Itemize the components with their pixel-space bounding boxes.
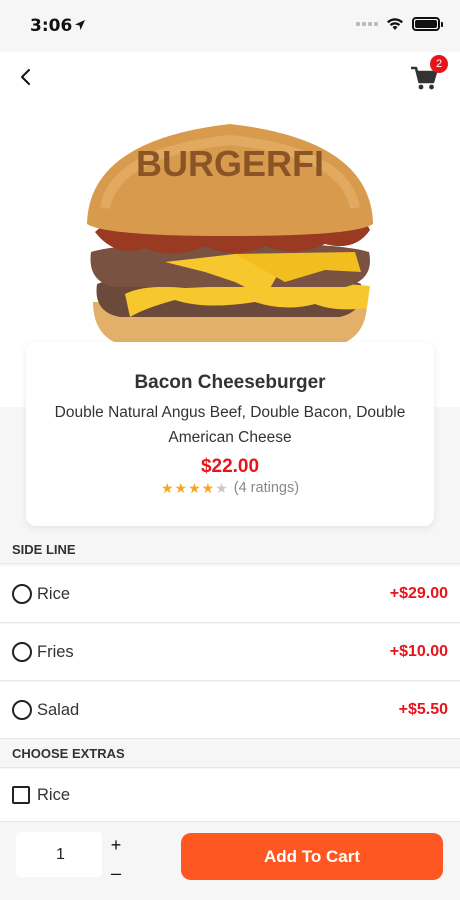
side-option-fries[interactable]: Fries +$10.00 [0, 624, 460, 681]
checkbox[interactable] [12, 786, 30, 804]
option-price: +$10.00 [389, 643, 448, 660]
decrease-quantity-button[interactable]: – [107, 863, 125, 883]
wifi-icon [387, 18, 403, 30]
star-filled-icon: ★ [188, 480, 201, 496]
quantity-field[interactable]: 1 [16, 832, 102, 877]
add-to-cart-button[interactable]: Add To Cart [181, 833, 443, 880]
product-rating: ★ ★ ★ ★ ★ (4 ratings) [26, 480, 434, 496]
star-empty-icon: ★ [215, 480, 228, 496]
radio-button[interactable] [12, 584, 32, 604]
cellular-signal-icon [356, 22, 378, 26]
status-indicators [356, 17, 443, 31]
choose-extras-header: CHOOSE EXTRAS [0, 740, 460, 768]
option-price: +$5.50 [398, 701, 448, 718]
extra-option-rice[interactable]: Rice [0, 769, 460, 822]
option-label: Salad [37, 700, 80, 719]
star-filled-icon: ★ [174, 480, 188, 496]
option-label: Rice [37, 584, 71, 603]
option-label: Rice [37, 785, 71, 804]
star-filled-icon: ★ [160, 480, 174, 496]
radio-button[interactable] [12, 642, 32, 662]
status-bar: 3:06 [0, 0, 460, 52]
bun-brand-text: BURGERFI [136, 143, 324, 184]
product-description: Double Natural Angus Beef, Double Bacon,… [54, 404, 406, 446]
status-time: 3:06 [30, 16, 73, 36]
product-price: $22.00 [200, 456, 260, 477]
increase-quantity-button[interactable]: + [107, 835, 125, 855]
burger-image: BURGERFI [87, 124, 373, 346]
cart-button[interactable]: 2 [408, 55, 448, 94]
product-card: Bacon Cheeseburger Double Natural Angus … [26, 342, 434, 526]
location-arrow-icon [75, 20, 85, 30]
bottom-action-bar: 1 + – Add To Cart [0, 822, 460, 900]
ratings-count: (4 ratings) [233, 480, 300, 496]
rating-stars: ★ ★ ★ ★ ★ [161, 481, 228, 495]
star-filled-icon: ★ [201, 480, 215, 496]
chevron-left-icon [21, 69, 30, 85]
side-option-rice[interactable]: Rice +$29.00 [0, 566, 460, 623]
quantity-value: 1 [56, 845, 65, 863]
nav-bar: 2 [0, 52, 460, 102]
option-price: +$29.00 [389, 585, 448, 602]
radio-button[interactable] [12, 700, 32, 720]
side-option-salad[interactable]: Salad +$5.50 [0, 682, 460, 739]
side-line-header: SIDE LINE [0, 536, 460, 564]
battery-icon [412, 17, 443, 31]
cart-count-badge: 2 [430, 55, 448, 73]
back-button[interactable] [12, 62, 38, 92]
product-name: Bacon Cheeseburger [134, 372, 326, 393]
option-label: Fries [37, 642, 74, 661]
